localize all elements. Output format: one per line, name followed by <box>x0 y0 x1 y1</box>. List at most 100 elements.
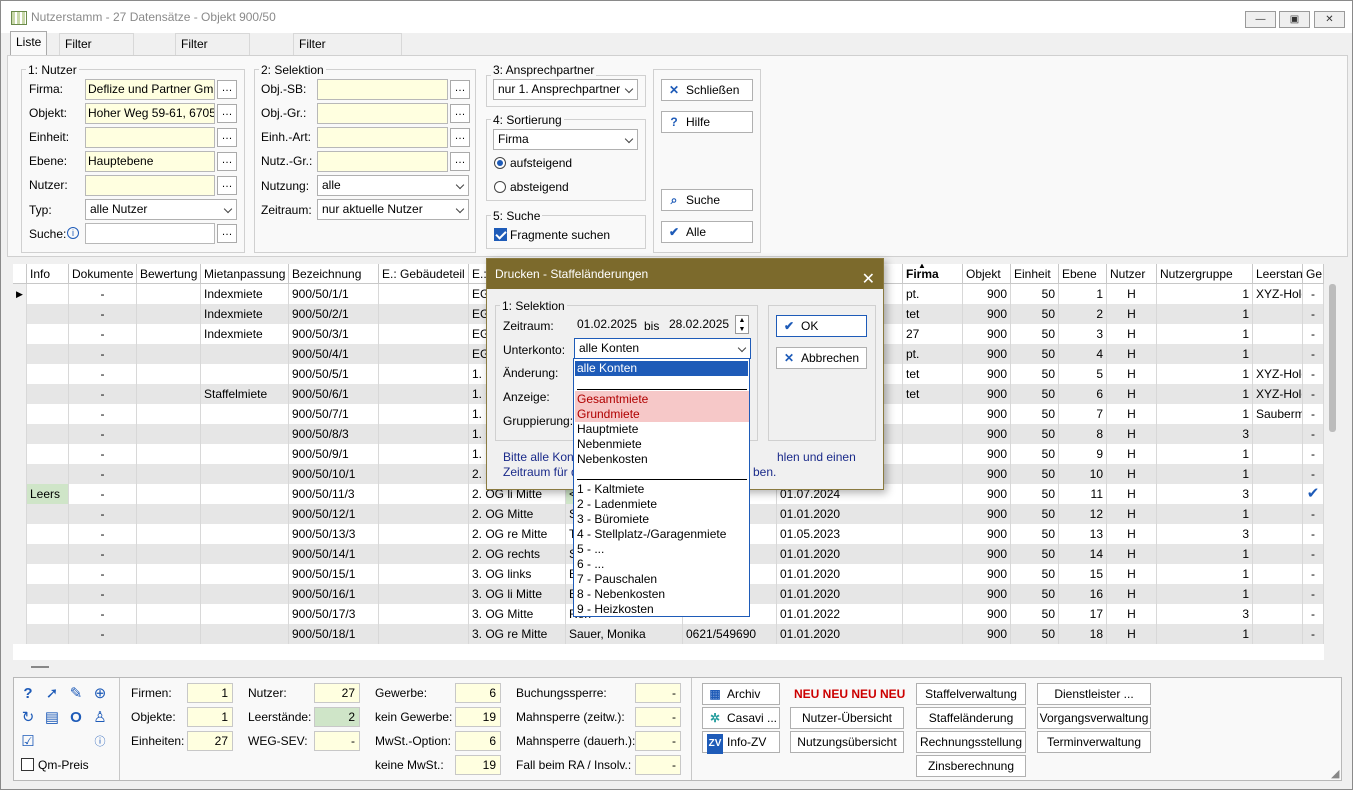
dropdown-item[interactable]: Gesamtmiete <box>577 392 648 407</box>
dropdown-item[interactable]: 2 - Ladenmiete <box>577 497 657 512</box>
objekt-picker-button[interactable]: … <box>217 104 237 123</box>
row-indicator[interactable] <box>13 584 27 604</box>
zeitraum-select[interactable]: nur aktuelle Nutzer <box>317 199 469 220</box>
row-indicator[interactable] <box>13 444 27 464</box>
column-header[interactable]: Objekt <box>963 264 1011 284</box>
suche-field[interactable] <box>85 223 215 244</box>
dialog-close-icon[interactable]: ✕ <box>862 265 875 295</box>
minimize-button[interactable]: — <box>1245 11 1276 28</box>
row-indicator[interactable] <box>13 484 27 504</box>
row-indicator[interactable] <box>13 604 27 624</box>
dropdown-item[interactable]: 9 - Heizkosten <box>577 602 654 617</box>
objsb-field[interactable] <box>317 79 448 100</box>
scrollbar-thumb[interactable] <box>1329 284 1336 432</box>
close-button[interactable]: ✕ <box>1314 11 1345 28</box>
nutzer-uebersicht-button[interactable]: Nutzer-Übersicht <box>790 707 904 729</box>
refresh-icon[interactable]: ↻ <box>19 709 37 727</box>
print-icon[interactable]: ▤ <box>43 709 61 727</box>
date-spinner[interactable]: ▲ ▼ <box>735 315 749 334</box>
row-indicator[interactable] <box>13 404 27 424</box>
nutzgr-field[interactable] <box>317 151 448 172</box>
tab-filter-verwaltung-1[interactable]: Filter (Verwaltung 1) <box>59 33 135 93</box>
row-indicator[interactable] <box>13 364 27 384</box>
ebene-field[interactable]: Hauptebene <box>85 151 215 172</box>
staffelverwaltung-button[interactable]: Staffelverwaltung <box>916 683 1026 705</box>
add-icon[interactable]: ⊕ <box>91 685 109 703</box>
sortierung-select[interactable]: Firma <box>493 129 638 150</box>
column-header[interactable]: Leerstand <box>1253 264 1303 284</box>
dienstleister-button[interactable]: Dienstleister ... <box>1037 683 1151 705</box>
dropdown-item[interactable]: 6 - ... <box>577 557 604 572</box>
resize-grip[interactable]: ◢ <box>1331 767 1339 780</box>
unterkonto-dropdown-list[interactable]: alle Konten Gesamtmiete Grundmiete Haupt… <box>573 358 750 617</box>
dropdown-item[interactable]: 5 - ... <box>577 542 604 557</box>
schliessen-button[interactable]: ✕ Schließen <box>661 79 753 101</box>
ansprech-select[interactable]: nur 1. Ansprechpartner <box>493 79 638 100</box>
dialog-von-field[interactable]: 01.02.2025 <box>575 315 637 336</box>
column-header[interactable]: Info <box>27 264 69 284</box>
alle-button[interactable]: ✔ Alle <box>661 221 753 243</box>
einheit-picker-button[interactable]: … <box>217 128 237 147</box>
office-icon[interactable]: O <box>67 709 85 727</box>
objekt-field[interactable]: Hoher Weg 59-61, 67059 <box>85 103 215 124</box>
dropdown-item[interactable]: Grundmiete <box>577 407 640 422</box>
cursor-icon[interactable]: ➚ <box>43 685 61 703</box>
checkbox-icon[interactable]: ☑ <box>19 733 37 751</box>
nutzer-picker-button[interactable]: … <box>217 176 237 195</box>
dropdown-item[interactable]: Hauptmiete <box>577 422 638 437</box>
row-indicator[interactable]: ▶ <box>13 284 27 304</box>
archiv-button[interactable]: ▦ Archiv <box>702 683 780 705</box>
row-indicator[interactable] <box>13 384 27 404</box>
nutzgr-picker-button[interactable]: … <box>450 152 470 171</box>
vertical-scrollbar[interactable] <box>1324 264 1342 660</box>
column-header[interactable]: Einheit <box>1011 264 1059 284</box>
fragmente-checkbox[interactable] <box>494 228 507 241</box>
row-indicator[interactable] <box>13 544 27 564</box>
column-header[interactable]: Bezeichnung <box>289 264 379 284</box>
staffelaenderung-button[interactable]: Staffeländerung <box>916 707 1026 729</box>
aufsteigend-radio[interactable] <box>494 157 506 169</box>
pencil-icon[interactable]: ✎ <box>67 685 85 703</box>
column-header[interactable]: Ge <box>1303 264 1324 284</box>
dialog-ok-button[interactable]: ✔ OK <box>776 315 867 337</box>
column-header[interactable]: Mietanpassung <box>201 264 289 284</box>
info-icon[interactable]: ⓘ <box>91 733 109 751</box>
column-header[interactable]: Firma <box>903 264 963 284</box>
nutzer-field[interactable] <box>85 175 215 196</box>
unterkonto-select[interactable]: alle Konten <box>574 338 751 359</box>
qm-preis-checkbox[interactable] <box>21 758 34 771</box>
info-zv-button[interactable]: ZV Info-ZV <box>702 731 780 754</box>
help-icon[interactable]: ? <box>19 685 37 703</box>
objgr-field[interactable] <box>317 103 448 124</box>
splitter-handle[interactable] <box>31 666 49 668</box>
nutzungsuebersicht-button[interactable]: Nutzungsübersicht <box>790 731 904 753</box>
column-header[interactable]: Nutzergruppe <box>1157 264 1253 284</box>
column-header[interactable]: Ebene <box>1059 264 1107 284</box>
column-header[interactable]: E.: Gebäudeteil <box>379 264 469 284</box>
vorgangsverwaltung-button[interactable]: Vorgangsverwaltung <box>1037 707 1151 729</box>
info-icon[interactable]: i <box>67 227 79 239</box>
firma-picker-button[interactable]: … <box>217 80 237 99</box>
nutzung-select[interactable]: alle <box>317 175 469 196</box>
dropdown-item[interactable]: 1 - Kaltmiete <box>577 482 644 497</box>
dropdown-item[interactable]: alle Konten <box>577 361 637 376</box>
dialog-abbrechen-button[interactable]: ✕ Abbrechen <box>776 347 867 369</box>
row-indicator[interactable] <box>13 424 27 444</box>
casavi-button[interactable]: ✲ Casavi ... <box>702 707 780 729</box>
tab-filter-verwaltung-2[interactable]: Filter (Verwaltung 2) <box>175 33 251 93</box>
row-indicator[interactable] <box>13 564 27 584</box>
tab-liste[interactable]: Liste <box>10 31 48 55</box>
table-row[interactable]: -900/50/18/1 3. OG re Mitte Sauer, Monika 0… <box>13 624 1324 644</box>
hilfe-button[interactable]: ? Hilfe <box>661 111 753 133</box>
objgr-picker-button[interactable]: … <box>450 104 470 123</box>
suche-button[interactable]: ⌕ Suche <box>661 189 753 211</box>
typ-select[interactable]: alle Nutzer <box>85 199 237 220</box>
row-indicator[interactable] <box>13 464 27 484</box>
row-indicator[interactable] <box>13 304 27 324</box>
zinsberechnung-button[interactable]: Zinsberechnung <box>916 755 1026 777</box>
absteigend-radio[interactable] <box>494 181 506 193</box>
row-indicator[interactable] <box>13 524 27 544</box>
rechnungsstellung-button[interactable]: Rechnungsstellung <box>916 731 1026 753</box>
tab-filter-ansprechpartner[interactable]: Filter (Ansprechpartner) <box>293 33 402 72</box>
column-header[interactable]: Dokumente <box>69 264 137 284</box>
